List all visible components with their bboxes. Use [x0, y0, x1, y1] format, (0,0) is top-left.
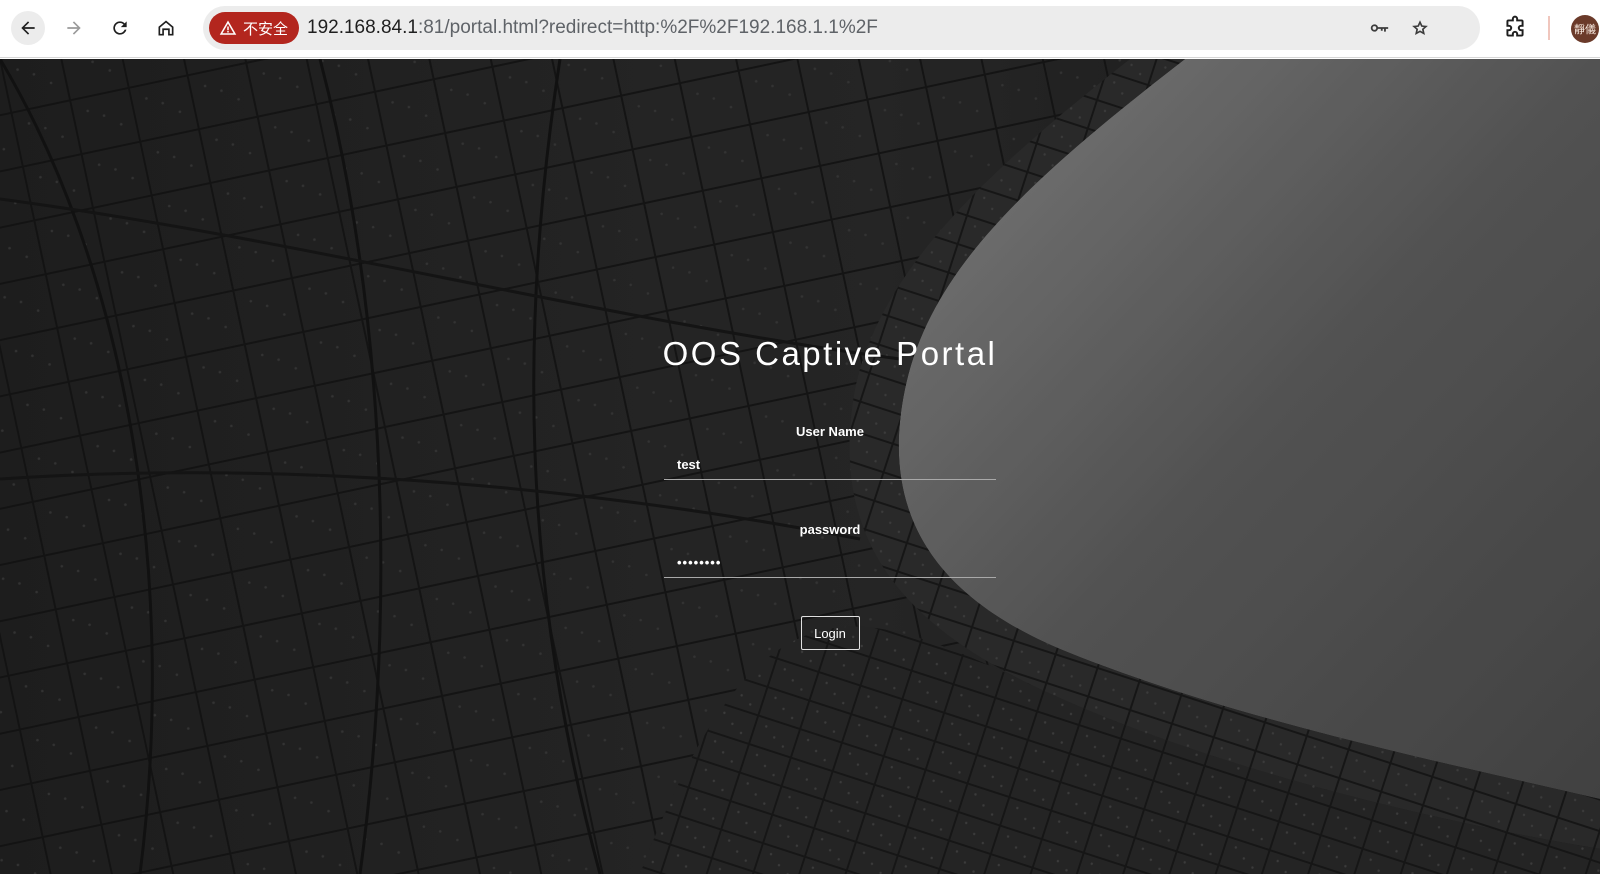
portal-title: OOS Captive Portal — [662, 335, 998, 372]
url-text[interactable]: 192.168.84.1:81/portal.html?redirect=htt… — [307, 6, 878, 50]
profile-avatar[interactable]: 靜儀 — [1571, 15, 1599, 43]
back-button[interactable] — [11, 11, 45, 45]
extensions-button[interactable] — [1502, 15, 1528, 41]
password-input[interactable] — [664, 548, 996, 578]
forward-button[interactable] — [57, 11, 91, 45]
bookmark-button[interactable] — [1409, 17, 1431, 39]
password-key-button[interactable] — [1368, 17, 1390, 39]
page-viewport: OOS Captive Portal User Name password Lo… — [0, 59, 1600, 874]
key-icon — [1370, 24, 1389, 32]
url-host: 192.168.84.1 — [307, 17, 418, 38]
back-icon — [21, 21, 35, 35]
url-path: :81/portal.html?redirect=http:%2F%2F192.… — [417, 17, 878, 38]
home-icon — [158, 20, 174, 36]
reload-icon — [113, 21, 127, 35]
toolbar-divider — [1548, 16, 1550, 40]
address-bar[interactable]: 不安全 192.168.84.1:81/portal.html?redirect… — [203, 6, 1480, 50]
home-button[interactable] — [149, 11, 183, 45]
password-label: password — [799, 522, 861, 537]
login-button[interactable]: Login — [800, 616, 860, 650]
star-icon — [1412, 20, 1428, 36]
security-chip-label: 不安全 — [243, 19, 289, 38]
reload-button[interactable] — [103, 11, 137, 45]
security-chip[interactable]: 不安全 — [209, 12, 299, 44]
warning-icon — [219, 20, 237, 35]
extensions-icon — [1506, 15, 1524, 37]
forward-icon — [67, 21, 81, 35]
browser-toolbar: 不安全 192.168.84.1:81/portal.html?redirect… — [0, 0, 1600, 58]
login-form: OOS Captive Portal User Name password Lo… — [655, 329, 1005, 650]
username-input[interactable] — [664, 450, 996, 480]
username-label: User Name — [796, 424, 864, 439]
